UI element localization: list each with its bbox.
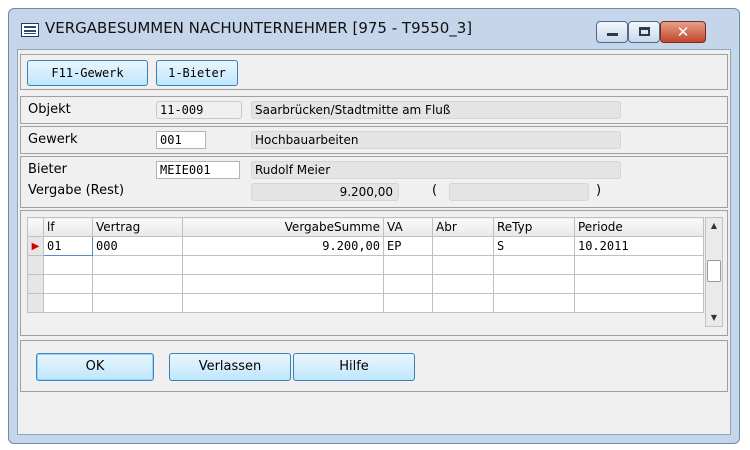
window-table-icon: [21, 23, 39, 37]
table-row[interactable]: [27, 274, 704, 294]
hilfe-button[interactable]: Hilfe: [293, 353, 415, 381]
column-header-periode[interactable]: Periode: [574, 217, 704, 237]
dialog-client-area: F11-Gewerk 1-Bieter Objekt 11-009 Saarbr…: [17, 49, 731, 435]
close-button[interactable]: ✕: [660, 21, 706, 43]
column-header-vertrag[interactable]: Vertrag: [92, 217, 183, 237]
vergabe-table: lf Vertrag VergabeSumme VA Abr ReTyp Per…: [27, 217, 704, 313]
cell-vertrag[interactable]: 000: [92, 236, 183, 256]
cell-vergabesumme[interactable]: 9.200,00: [182, 236, 384, 256]
title-bar[interactable]: VERGABESUMMEN NACHUNTERNEHMER [975 - T95…: [9, 9, 739, 49]
minimize-button[interactable]: [596, 21, 628, 43]
window-title: VERGABESUMMEN NACHUNTERNEHMER [975 - T95…: [45, 19, 473, 37]
cell-periode[interactable]: 10.2011: [574, 236, 704, 256]
vertical-scrollbar[interactable]: ▲ ▼: [705, 217, 723, 327]
cell-retyp[interactable]: S: [493, 236, 575, 256]
bieter-code-input[interactable]: MEIE001: [156, 161, 240, 179]
corner-header: [27, 217, 44, 237]
column-header-lf[interactable]: lf: [43, 217, 93, 237]
grid-panel: lf Vertrag VergabeSumme VA Abr ReTyp Per…: [20, 210, 728, 336]
objekt-label: Objekt: [28, 102, 71, 117]
table-row[interactable]: ▶ 01 000 9.200,00 EP S 10.2011: [27, 236, 704, 256]
vergabe-rest-label: Vergabe (Rest): [28, 183, 125, 198]
toolbar-panel: F11-Gewerk 1-Bieter: [20, 54, 728, 90]
bieter-label: Bieter: [28, 162, 67, 177]
scroll-down-icon[interactable]: ▼: [706, 310, 722, 326]
verlassen-button[interactable]: Verlassen: [169, 353, 291, 381]
footer-panel: OK Verlassen Hilfe: [20, 340, 728, 392]
vergabe-paren-value: [449, 183, 589, 201]
cell-lf[interactable]: 01: [43, 236, 93, 256]
gewerk-button[interactable]: F11-Gewerk: [27, 60, 148, 86]
cell-va[interactable]: EP: [383, 236, 433, 256]
maximize-button[interactable]: [628, 21, 660, 43]
paren-open: (: [432, 183, 438, 198]
scroll-up-icon[interactable]: ▲: [706, 218, 722, 234]
column-header-abr[interactable]: Abr: [432, 217, 494, 237]
cell-abr[interactable]: [432, 236, 494, 256]
gewerk-name: Hochbauarbeiten: [251, 131, 621, 149]
column-header-vergabesumme[interactable]: VergabeSumme: [182, 217, 384, 237]
objekt-panel: Objekt 11-009 Saarbrücken/Stadtmitte am …: [20, 96, 728, 124]
objekt-name: Saarbrücken/Stadtmitte am Fluß: [251, 101, 621, 119]
gewerk-code-input[interactable]: 001: [156, 131, 206, 149]
column-header-retyp[interactable]: ReTyp: [493, 217, 575, 237]
maximize-icon: [639, 27, 650, 36]
paren-close: ): [596, 183, 602, 198]
minimize-icon: [607, 33, 618, 36]
close-icon: ✕: [676, 23, 690, 41]
app-window: VERGABESUMMEN NACHUNTERNEHMER [975 - T95…: [8, 8, 740, 444]
ok-button[interactable]: OK: [36, 353, 154, 381]
vergabe-rest-value: 9.200,00: [251, 183, 399, 201]
table-row[interactable]: [27, 293, 704, 313]
bieter-button[interactable]: 1-Bieter: [156, 60, 238, 86]
scroll-thumb[interactable]: [707, 260, 721, 282]
bieter-panel: Bieter MEIE001 Rudolf Meier Vergabe (Res…: [20, 156, 728, 208]
bieter-name: Rudolf Meier: [251, 161, 621, 179]
gewerk-panel: Gewerk 001 Hochbauarbeiten: [20, 126, 728, 154]
table-header-row: lf Vertrag VergabeSumme VA Abr ReTyp Per…: [27, 217, 704, 237]
gewerk-label: Gewerk: [28, 132, 78, 147]
table-row[interactable]: [27, 255, 704, 275]
objekt-code: 11-009: [156, 101, 242, 119]
row-selector-icon[interactable]: ▶: [27, 236, 44, 256]
column-header-va[interactable]: VA: [383, 217, 433, 237]
